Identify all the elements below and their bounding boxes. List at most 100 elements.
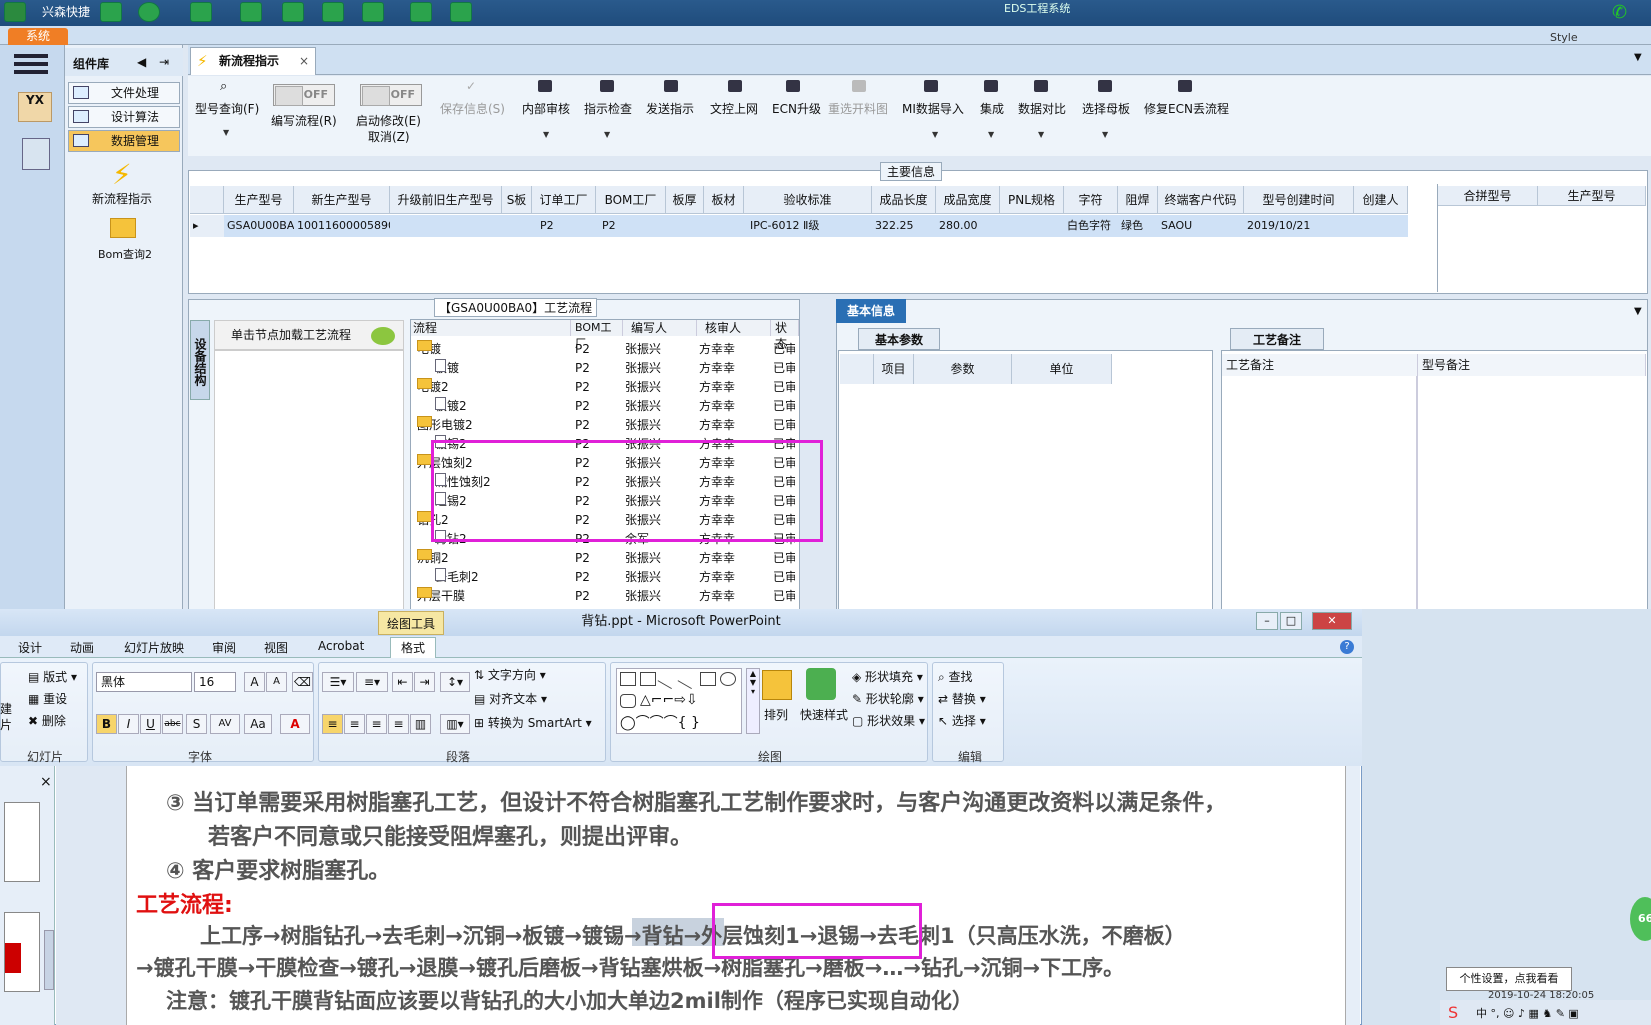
shape-fill-button[interactable]: ◈ 形状填充 ▾	[852, 668, 923, 685]
bom-query-label[interactable]: Bom查询2	[98, 246, 152, 262]
tab-review[interactable]: 审阅	[212, 639, 236, 656]
col-header[interactable]: 编写人	[623, 320, 697, 336]
align-right-button[interactable]: ≡	[366, 714, 387, 734]
col-header[interactable]: 板材	[704, 186, 744, 214]
col-header[interactable]: PNL规格	[1000, 186, 1064, 214]
align-text-button[interactable]: ▤ 对齐文本 ▾	[474, 690, 547, 707]
reselect-material-button[interactable]: 重选开料图	[828, 100, 888, 117]
table-cell[interactable]	[1000, 215, 1064, 237]
nav-item-algorithm[interactable]: 设计算法	[68, 106, 180, 128]
arrow-left-icon[interactable]: ◀	[137, 55, 146, 69]
new-process-label[interactable]: 新流程指示	[92, 190, 152, 207]
col-header[interactable]: 生产型号	[224, 186, 294, 214]
minimize-button[interactable]: –	[1256, 612, 1278, 630]
integrate-button[interactable]: 集成	[980, 100, 1004, 117]
bold-button[interactable]: B	[96, 714, 117, 734]
shape-effect-button[interactable]: ▢ 形状效果 ▾	[852, 712, 925, 729]
table-cell[interactable]	[390, 215, 502, 237]
layout-button[interactable]: ▤ 版式 ▾	[28, 668, 77, 685]
tab-design[interactable]: 设计	[18, 639, 42, 656]
slide-scrollbar[interactable]	[1346, 766, 1360, 1025]
tree-node[interactable]: −电镀2	[417, 378, 449, 396]
nav-item-data[interactable]: 数据管理	[68, 130, 180, 152]
chevron-down-icon[interactable]: ▼	[1038, 130, 1044, 139]
slide-text-line[interactable]: 注意：镀孔干膜背钻面应该要以背钻孔的大小加大单边2mil制作（程序已实现自动化）	[166, 985, 973, 1015]
tree-node[interactable]: −电镀	[417, 340, 441, 358]
font-name-select[interactable]: 黑体	[96, 672, 192, 692]
col-header[interactable]: 升级前旧生产型号	[390, 186, 502, 214]
load-node-button[interactable]: 单击节点加载工艺流程	[214, 320, 404, 350]
distribute-button[interactable]: ▥	[410, 714, 431, 734]
replace-button[interactable]: ⇄ 替换 ▾	[938, 690, 986, 707]
folder-icon[interactable]	[110, 218, 136, 238]
tab-basic-params[interactable]: 基本参数	[858, 328, 940, 350]
tab-basic-info[interactable]: 基本信息	[836, 299, 906, 323]
textbox-v-shape-icon[interactable]	[640, 672, 656, 686]
delete-button[interactable]: ✖ 删除	[28, 712, 66, 729]
notes-header[interactable]: 型号备注	[1418, 354, 1646, 376]
save-button[interactable]: 保存信息(S)	[440, 100, 505, 117]
gallery-scroll[interactable]: ▲ ▼ ▾	[746, 668, 760, 734]
tree-node[interactable]: 板镀	[435, 359, 459, 377]
table-cell[interactable]: IPC-6012 Ⅱ级	[744, 215, 872, 237]
chevron-down-icon[interactable]: ▼	[988, 130, 994, 139]
instruction-check-button[interactable]: 指示检查	[584, 100, 632, 117]
slide-text-line[interactable]: →镀孔干膜→干膜检查→镀孔→退膜→镀孔后磨板→背钻塞烘板→树脂塞孔→磨板→…→钻…	[136, 952, 1124, 982]
table-cell[interactable]: GSA0U00BA0	[224, 215, 294, 237]
tree-row[interactable]: −图形电镀2 P2 张振兴 方幸幸 已审核	[413, 416, 795, 435]
table-cell[interactable]: 280.00	[936, 215, 1000, 237]
start-modify-button[interactable]: 启动修改(E)	[356, 112, 421, 129]
slide-thumbnail[interactable]	[4, 912, 40, 992]
table-cell[interactable]: 2019/10/21	[1244, 215, 1354, 237]
model-query-button[interactable]: 型号查询(F)	[195, 100, 259, 117]
tab-process-notes[interactable]: 工艺备注	[1230, 328, 1324, 350]
tray-icons[interactable]: 中 °, ☺ ♪ ▦ ♞ ✎ ▣	[1476, 1005, 1579, 1021]
table-cell[interactable]: P2	[532, 215, 596, 237]
find-button[interactable]: ⌕ 查找	[938, 668, 973, 685]
new-slide-partial2[interactable]: 片	[0, 716, 12, 733]
fix-ecn-button[interactable]: 修复ECN丢流程	[1144, 100, 1229, 117]
triangle-shape-icon[interactable]: △⌐⌐⇨⇩	[640, 692, 698, 708]
bullets-button[interactable]: ☰▾	[322, 672, 354, 692]
slide-text-line[interactable]: ③ 当订单需要采用树脂塞孔工艺，但设计不符合树脂塞孔工艺制作要求时，与客户沟通更…	[166, 785, 1226, 817]
thumb-scrollbar[interactable]	[44, 930, 54, 990]
underline-button[interactable]: U	[140, 714, 161, 734]
numbering-button[interactable]: ≡▾	[356, 672, 388, 692]
data-compare-button[interactable]: 数据对比	[1018, 100, 1066, 117]
new-slide-partial[interactable]: 建	[0, 700, 12, 717]
mi-import-button[interactable]: MI数据导入	[902, 100, 964, 117]
col-header[interactable]: 验收标准	[744, 186, 872, 214]
col-header[interactable]: 流程	[411, 320, 571, 336]
select-button[interactable]: ↖ 选择 ▾	[938, 712, 986, 729]
font-size-select[interactable]: 16	[194, 672, 236, 692]
table-cell[interactable]: 白色字符	[1064, 215, 1118, 237]
col-header[interactable]: 成品长度	[872, 186, 936, 214]
ime-icon[interactable]: S	[1448, 1003, 1458, 1022]
col-header[interactable]: 终端客户代码	[1158, 186, 1244, 214]
chevron-down-icon[interactable]: ▼	[223, 128, 229, 137]
internal-review-button[interactable]: 内部审核	[522, 100, 570, 117]
tree-row[interactable]: 板镀2 P2 张振兴 方幸幸 已审核	[413, 397, 795, 416]
clear-format-icon[interactable]: ⌫	[292, 672, 313, 692]
col-header[interactable]: 参数	[914, 354, 1012, 384]
quick-style-button[interactable]: 快速样式	[800, 706, 848, 723]
col-header[interactable]: 核审人	[697, 320, 771, 336]
start-modify-toggle[interactable]: OFF	[360, 84, 422, 106]
calendar-icon[interactable]	[282, 2, 304, 22]
table-cell[interactable]: 10011600005890	[294, 215, 390, 237]
shape-outline-button[interactable]: ✎ 形状轮廓 ▾	[852, 690, 924, 707]
line-spacing-button[interactable]: ↕▾	[440, 672, 470, 692]
col-header[interactable]: 阻焊	[1118, 186, 1158, 214]
text-direction-button[interactable]: ⇅ 文字方向 ▾	[474, 666, 546, 683]
yx-logo-icon[interactable]: YX	[18, 92, 52, 122]
rectangle-shape-icon[interactable]	[700, 672, 716, 686]
increase-indent-icon[interactable]: ⇥	[414, 672, 435, 692]
cancel-button[interactable]: 取消(Z)	[368, 128, 410, 145]
pin-icon[interactable]: ⇥	[159, 55, 169, 69]
close-icon[interactable]: ×	[40, 774, 52, 790]
send-instruction-button[interactable]: 发送指示	[646, 100, 694, 117]
table-cell[interactable]	[666, 215, 704, 237]
tab-animation[interactable]: 动画	[70, 639, 94, 656]
strike-button[interactable]: abc	[162, 714, 183, 734]
col-header[interactable]: 新生产型号	[294, 186, 390, 214]
